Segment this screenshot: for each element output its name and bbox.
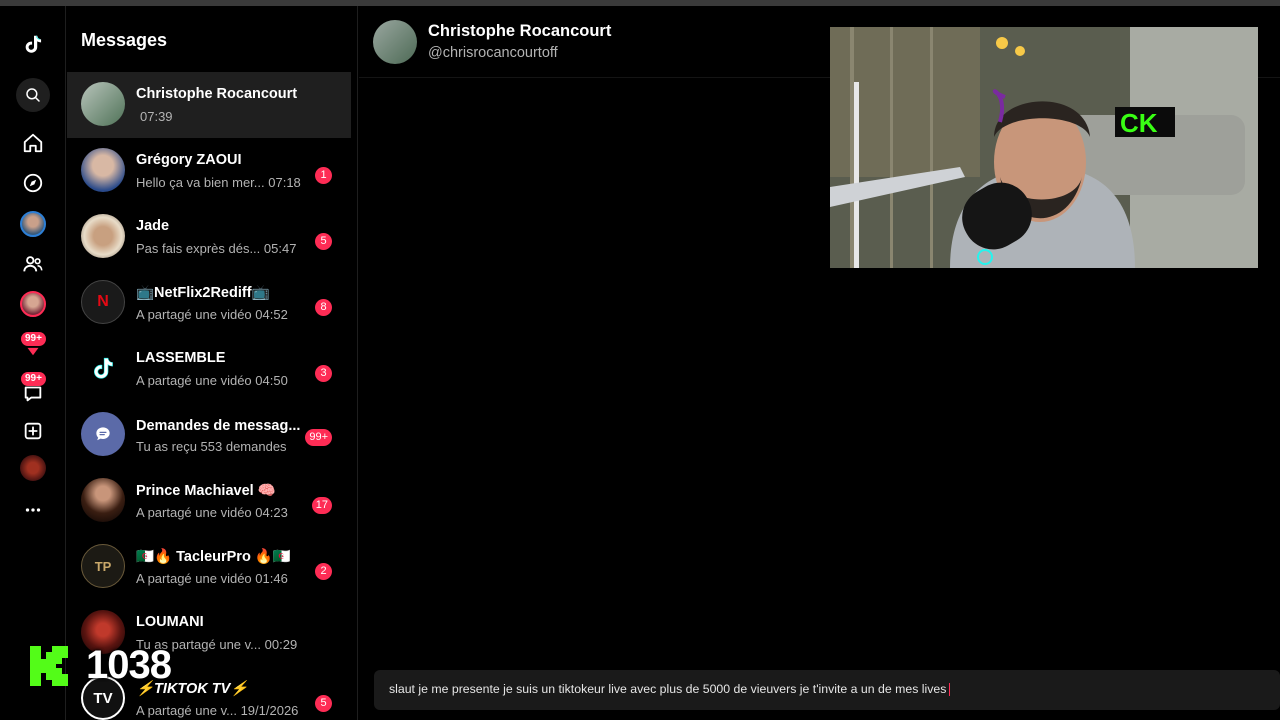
conversation-preview: A partagé une vidéo 01:46 <box>136 571 288 586</box>
conversation-list: Messages Christophe Rocancourt 07:39 Gré… <box>67 6 358 720</box>
text-caret <box>949 683 951 697</box>
unread-badge: 5 <box>315 695 332 712</box>
tiktok-logo-icon <box>94 357 113 379</box>
unread-badge: 17 <box>311 497 332 514</box>
viewer-count: 1038 <box>86 643 172 687</box>
conversation-item[interactable]: N 📺NetFlix2Rediff📺 A partagé une vidéo 0… <box>67 270 351 336</box>
conversation-preview: Pas fais exprès dés... 05:47 <box>136 241 297 256</box>
live-avatar-icon[interactable] <box>20 291 46 317</box>
conversation-preview: A partagé une vidéo 04:52 <box>136 307 288 322</box>
conversation-name: Prince Machiavel 🧠 <box>136 483 276 499</box>
chat-contact-avatar[interactable] <box>373 20 417 64</box>
conversation-preview: A partagé une vidéo 04:23 <box>136 505 288 520</box>
messages-title: Messages <box>81 30 168 50</box>
conversation-avatar <box>81 214 125 258</box>
conversation-item[interactable]: Prince Machiavel 🧠 A partagé une vidéo 0… <box>67 468 351 534</box>
home-icon[interactable] <box>17 127 49 159</box>
tiktok-logo-icon[interactable] <box>17 28 49 60</box>
kick-logo-icon <box>30 646 68 686</box>
conversation-name: 🇩🇿🔥 TacleurPro 🔥🇩🇿 <box>136 549 291 565</box>
conversation-preview: Hello ça va bien mer... 07:18 <box>136 175 301 190</box>
unread-badge: 99+ <box>305 429 332 446</box>
explore-compass-icon[interactable] <box>17 167 49 199</box>
friends-icon[interactable] <box>17 248 49 280</box>
webcam-scene: CK <box>830 27 1258 268</box>
unread-badge: 3 <box>315 365 332 382</box>
profile-avatar-icon[interactable] <box>20 455 46 481</box>
conversation-item[interactable]: Demandes de messag... Tu as reçu 553 dem… <box>67 402 351 468</box>
conversation-item[interactable]: LASSEMBLE A partagé une vidéo 04:50 3 <box>67 336 351 402</box>
chat-contact-handle: @chrisrocancourtoff <box>428 45 558 61</box>
conversation-name: 📺NetFlix2Rediff📺 <box>136 285 270 301</box>
chat-contact-name[interactable]: Christophe Rocancourt <box>428 22 611 41</box>
chat-bubble-icon <box>96 427 110 441</box>
conversation-item[interactable]: TP 🇩🇿🔥 TacleurPro 🔥🇩🇿 A partagé une vidé… <box>67 534 351 600</box>
conversation-preview: Tu as reçu 553 demandes <box>136 439 287 454</box>
message-composer[interactable]: slaut je me presente je suis un tiktokeu… <box>374 670 1280 710</box>
conversation-name: LOUMANI <box>136 614 204 630</box>
conversation-item[interactable]: Grégory ZAOUI Hello ça va bien mer... 07… <box>67 138 351 204</box>
unread-badge: 5 <box>315 233 332 250</box>
conversation-avatar: TP <box>81 544 125 588</box>
conversation-item[interactable]: Jade Pas fais exprès dés... 05:47 5 <box>67 204 351 270</box>
conversation-avatar: N <box>81 280 125 324</box>
neon-sign: CK <box>1120 108 1158 138</box>
conversation-name: Jade <box>136 218 170 234</box>
conversation-avatar <box>81 346 125 390</box>
search-icon[interactable] <box>16 78 50 112</box>
conversation-item[interactable]: Christophe Rocancourt 07:39 <box>67 72 351 138</box>
webcam-overlay: CK <box>830 27 1258 268</box>
conversation-preview: A partagé une vidéo 04:50 <box>136 373 288 388</box>
conversation-name: Grégory ZAOUI <box>136 152 242 168</box>
conversation-avatar <box>81 148 125 192</box>
message-requests-avatar <box>81 412 125 456</box>
unread-badge: 8 <box>315 299 332 316</box>
more-dots-icon[interactable] <box>17 494 49 526</box>
conversation-name: Christophe Rocancourt <box>136 86 298 102</box>
activity-badge: 99+ <box>21 332 46 346</box>
conversation-name: LASSEMBLE <box>136 350 226 366</box>
unread-badge: 1 <box>315 167 332 184</box>
message-input[interactable]: slaut je me presente je suis un tiktokeu… <box>389 682 951 697</box>
following-avatar-icon[interactable] <box>20 211 46 237</box>
conversation-preview: A partagé une v... 19/1/2026 <box>136 703 299 718</box>
left-nav-rail: 99+ 99+ <box>0 6 66 720</box>
upload-plus-icon[interactable] <box>17 415 49 447</box>
unread-badge: 2 <box>315 563 332 580</box>
messages-badge: 99+ <box>21 372 46 386</box>
conversation-time: 07:39 <box>140 109 173 124</box>
conversation-avatar <box>81 478 125 522</box>
conversation-avatar <box>81 82 125 126</box>
